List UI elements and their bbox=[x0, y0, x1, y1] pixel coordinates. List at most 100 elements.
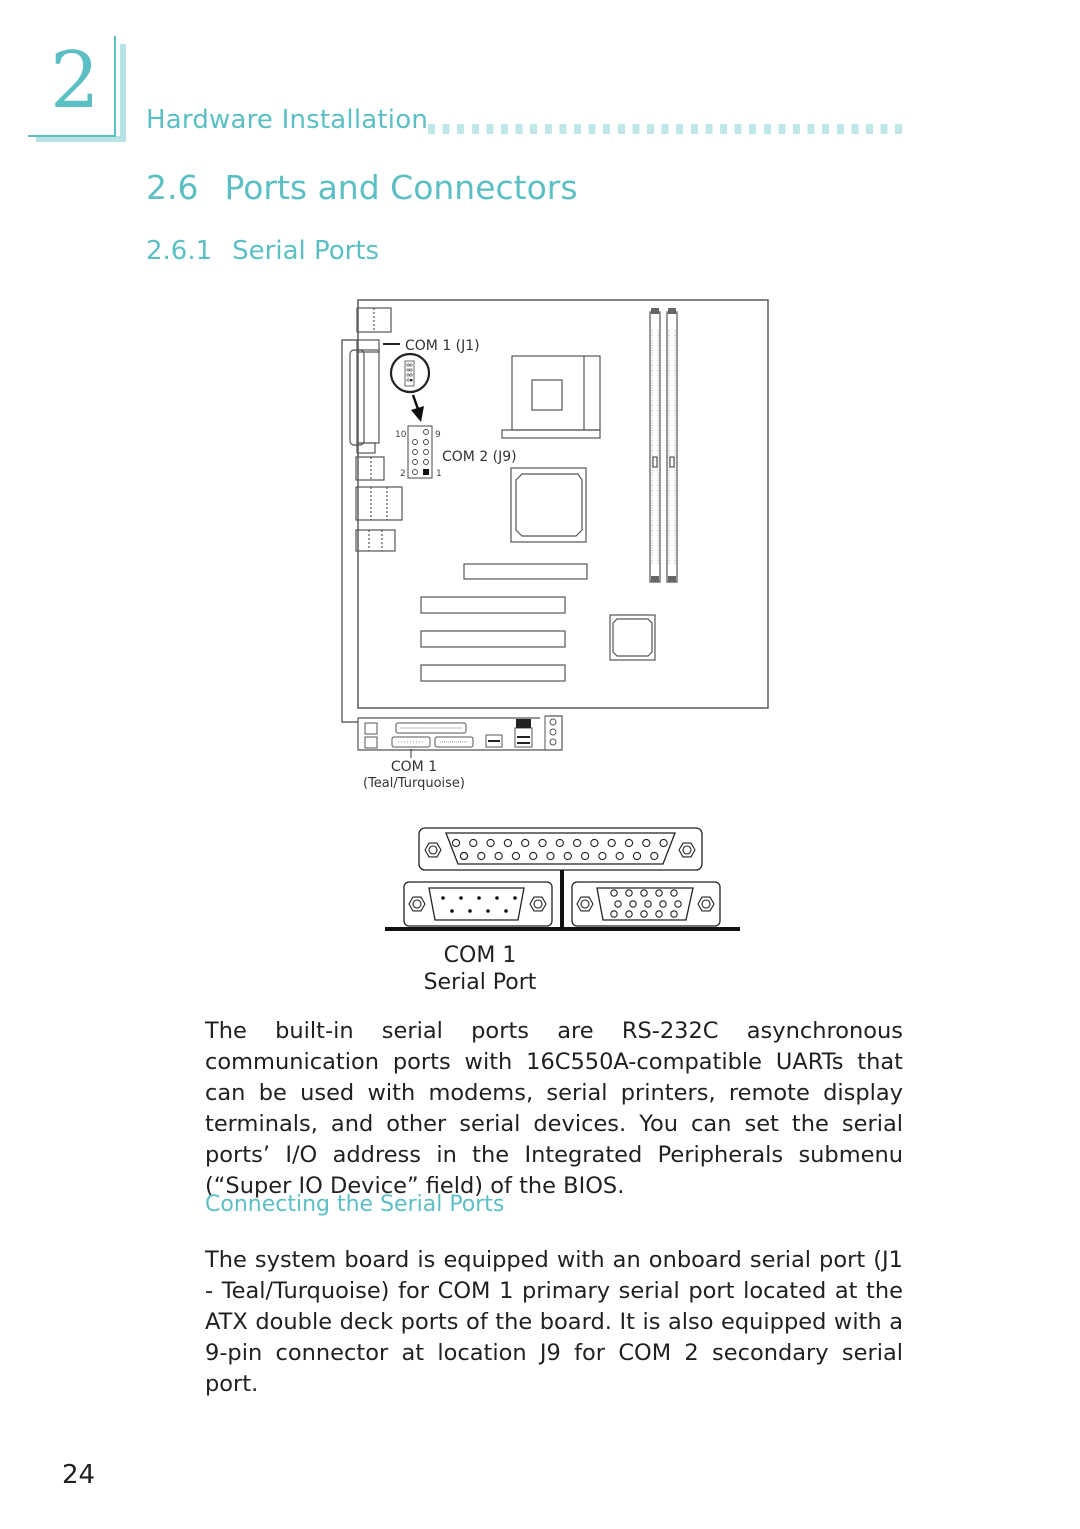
connecting-paragraph: The system board is equipped with an onb… bbox=[205, 1245, 903, 1400]
dimm-slot-1 bbox=[649, 311, 661, 583]
pci-slot-2 bbox=[420, 630, 566, 648]
arrow-head bbox=[411, 406, 424, 422]
screw-icon-center bbox=[580, 899, 590, 909]
screw-icon bbox=[678, 842, 696, 858]
section-heading: 2.6 Ports and Connectors bbox=[146, 168, 578, 207]
com1-port-dshell bbox=[428, 887, 525, 921]
chapter-box-rule-horizontal bbox=[28, 135, 116, 137]
intro-paragraph: The built-in serial ports are RS-232C as… bbox=[205, 1016, 903, 1202]
subsection-heading: 2.6.1 Serial Ports bbox=[146, 236, 379, 266]
screw-icon-center bbox=[428, 845, 438, 855]
ports-figure-caption: COM 1 Serial Port bbox=[400, 942, 560, 996]
vga-pin bbox=[625, 910, 633, 918]
parallel-pin bbox=[572, 838, 582, 848]
parallel-pin bbox=[546, 851, 555, 861]
baseline-bar bbox=[385, 927, 740, 931]
divider-bar bbox=[560, 870, 564, 928]
vga-pin bbox=[629, 900, 637, 908]
subsection-title: Serial Ports bbox=[232, 236, 380, 266]
parallel-pin bbox=[459, 851, 469, 861]
parallel-pin bbox=[659, 838, 668, 848]
com1-color-label: (Teal/Turquoise) bbox=[363, 776, 465, 791]
parallel-pin bbox=[538, 838, 547, 848]
caption-serial-port: Serial Port bbox=[423, 970, 537, 995]
com1-pin bbox=[504, 909, 508, 913]
lan-block bbox=[355, 486, 403, 521]
parallel-pin bbox=[650, 851, 659, 861]
parallel-pin bbox=[590, 838, 599, 848]
vga-pin bbox=[674, 900, 682, 908]
chapter-box-shadow-vertical bbox=[120, 44, 126, 142]
vga-pin bbox=[655, 910, 663, 918]
screw-icon-center bbox=[701, 899, 711, 909]
vga-pin bbox=[640, 889, 648, 897]
chapter-title: Hardware Installation bbox=[146, 105, 428, 135]
parallel-pin bbox=[469, 838, 478, 848]
cpu-socket bbox=[511, 355, 601, 431]
com1-pin bbox=[495, 896, 499, 900]
parallel-pin bbox=[503, 838, 513, 848]
parallel-pin bbox=[563, 851, 572, 861]
section-title: Ports and Connectors bbox=[224, 168, 578, 207]
vga-pin bbox=[614, 900, 622, 908]
southbridge-chip bbox=[609, 614, 656, 661]
pci-slot-3 bbox=[420, 664, 566, 682]
parallel-pin bbox=[486, 838, 495, 848]
vga-pin bbox=[659, 900, 667, 908]
parallel-pin bbox=[624, 838, 634, 848]
pin-9-label: 9 bbox=[435, 430, 441, 440]
parallel-port-body bbox=[356, 349, 380, 444]
pci-slot-1 bbox=[420, 596, 566, 614]
parallel-pin bbox=[511, 851, 521, 861]
ps2-keyboard bbox=[364, 736, 378, 749]
com1-pin bbox=[477, 896, 481, 900]
chapter-number: 2 bbox=[50, 36, 100, 126]
paragraph-2: The system board is equipped with an onb… bbox=[205, 1247, 903, 1397]
parallel-pin bbox=[521, 838, 530, 848]
parallel-pin bbox=[632, 851, 642, 861]
agp-slot bbox=[463, 563, 588, 580]
vga-pin bbox=[625, 889, 633, 897]
vga-pin bbox=[670, 910, 678, 918]
parallel-pin bbox=[451, 838, 461, 848]
parallel-pin bbox=[529, 851, 538, 861]
pin-10-label: 10 bbox=[395, 430, 407, 440]
parallel-pin bbox=[555, 838, 564, 848]
vga-pin bbox=[670, 889, 678, 897]
pin-1-label: 1 bbox=[436, 469, 442, 479]
chapter-dotted-rule bbox=[428, 124, 904, 134]
parallel-pin bbox=[642, 838, 651, 848]
parallel-pin bbox=[607, 838, 616, 848]
pin-2-label: 2 bbox=[400, 469, 406, 479]
vga-pin bbox=[610, 910, 618, 918]
screw-icon bbox=[424, 842, 442, 858]
rear-ports-figure bbox=[385, 827, 740, 931]
vga-pin bbox=[640, 910, 648, 918]
com1-header-label: COM 1 (J1) bbox=[405, 338, 480, 354]
pin1-square bbox=[423, 469, 429, 475]
parallel-pin bbox=[598, 851, 607, 861]
screw-icon bbox=[697, 896, 715, 912]
section-number: 2.6 bbox=[146, 168, 199, 207]
ps2-mouse bbox=[364, 722, 378, 735]
screw-icon bbox=[576, 896, 594, 912]
vga-pin bbox=[644, 900, 652, 908]
screw-icon-center bbox=[533, 899, 543, 909]
com1-pin bbox=[468, 909, 472, 913]
com2-header-label: COM 2 (J9) bbox=[442, 449, 517, 465]
vga-pin bbox=[655, 889, 663, 897]
screw-icon-center bbox=[412, 899, 422, 909]
parallel-pin bbox=[580, 851, 590, 861]
cpu-die bbox=[531, 379, 563, 411]
chapter-box-rule-vertical bbox=[114, 36, 116, 137]
subheading-connecting: Connecting the Serial Ports bbox=[205, 1192, 505, 1217]
motherboard-diagram: COM 1 (J1) 10 9 2 1 COM 2 (J9) COM 1 (Te… bbox=[341, 299, 769, 791]
com1-pin bbox=[441, 896, 445, 900]
com1-pin bbox=[486, 909, 490, 913]
audio-block bbox=[355, 529, 396, 552]
dimm-slot-2 bbox=[666, 311, 678, 583]
usb-block bbox=[355, 456, 385, 481]
screw-icon-center bbox=[682, 845, 692, 855]
com1-pin bbox=[450, 909, 454, 913]
vga-pin bbox=[610, 889, 618, 897]
